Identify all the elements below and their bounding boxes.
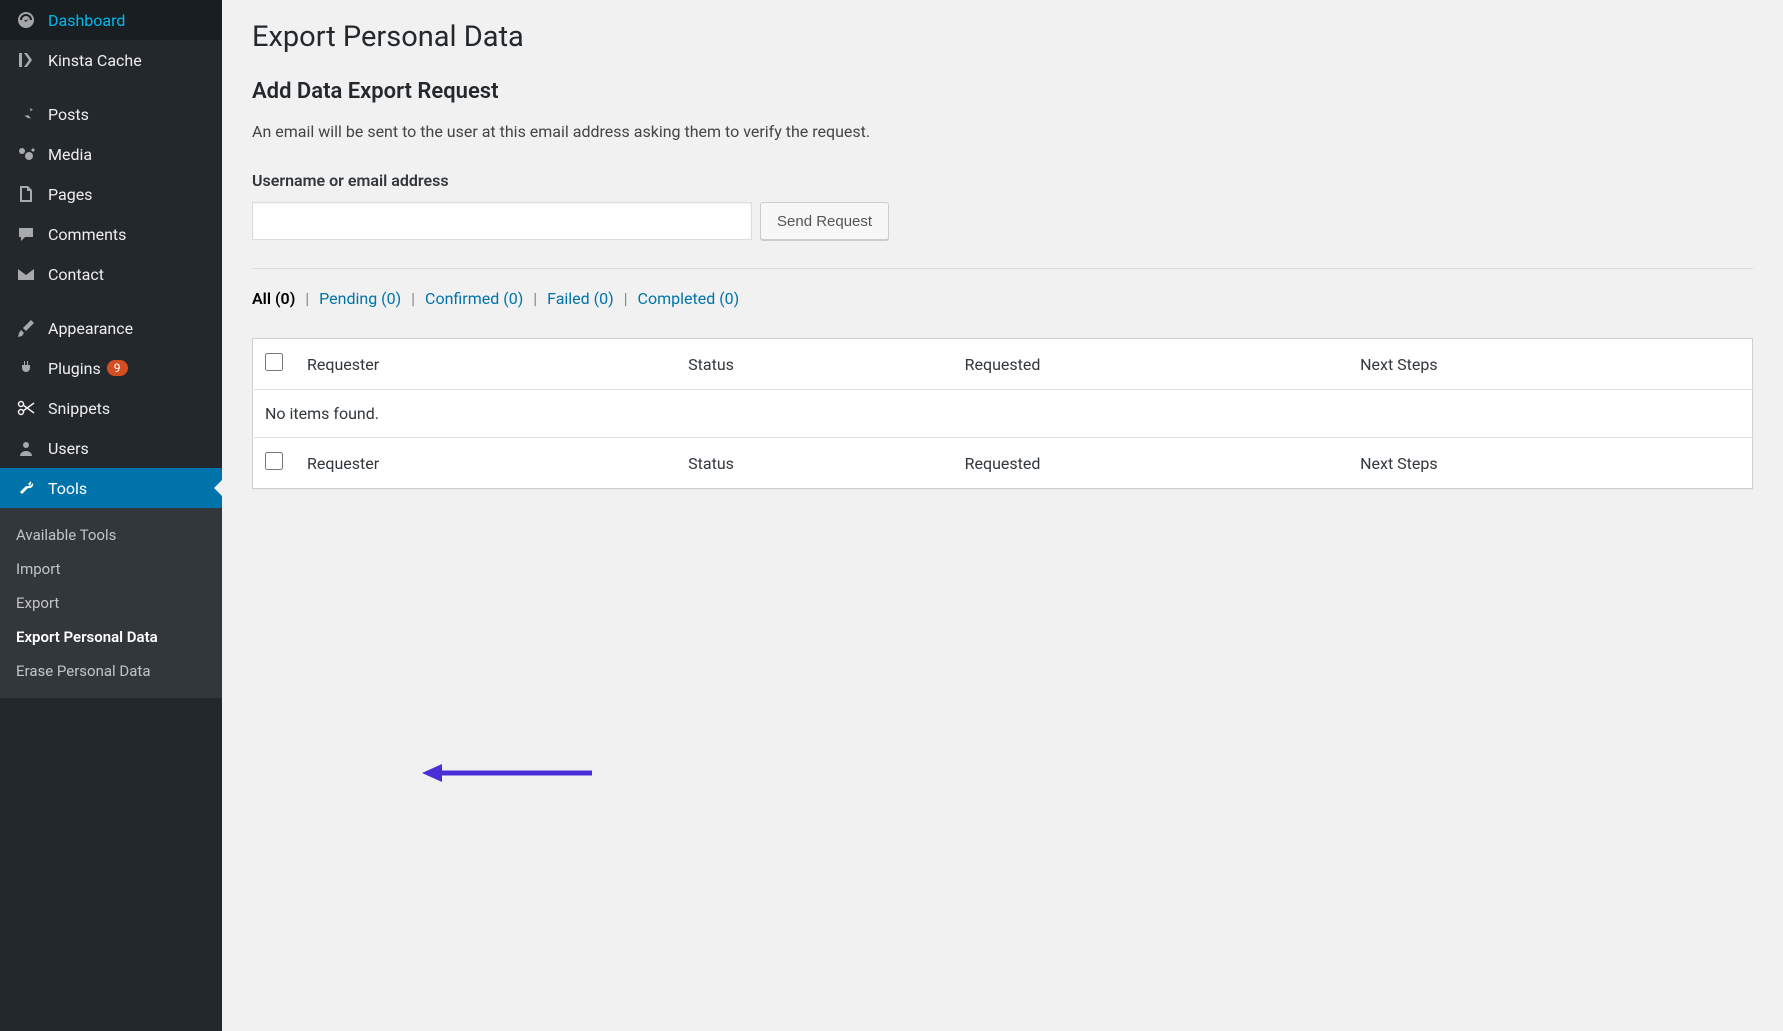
sidebar-item-label: Snippets <box>48 399 110 418</box>
media-icon <box>14 144 38 164</box>
divider <box>252 268 1753 269</box>
page-icon <box>14 184 38 204</box>
main-content: Export Personal Data Add Data Export Req… <box>222 0 1783 1031</box>
table-row-empty: No items found. <box>253 390 1753 438</box>
send-request-button[interactable]: Send Request <box>760 202 889 240</box>
brush-icon <box>14 318 38 338</box>
sidebar-item-tools[interactable]: Tools <box>0 468 222 508</box>
submenu-erase-personal-data[interactable]: Erase Personal Data <box>0 654 222 688</box>
username-email-input[interactable] <box>252 202 752 240</box>
sidebar-item-kinsta-cache[interactable]: Kinsta Cache <box>0 40 222 80</box>
menu-separator <box>0 80 222 94</box>
user-icon <box>14 438 38 458</box>
page-subtitle: Add Data Export Request <box>252 79 1753 104</box>
filter-failed[interactable]: Failed (0) <box>547 289 614 308</box>
sidebar-item-label: Dashboard <box>48 11 125 30</box>
annotation-arrow-icon <box>422 762 592 788</box>
submenu-export-personal-data[interactable]: Export Personal Data <box>0 620 222 654</box>
sidebar-item-label: Kinsta Cache <box>48 51 142 70</box>
tools-submenu: Available Tools Import Export Export Per… <box>0 508 222 698</box>
requests-table: Requester Status Requested Next Steps No… <box>252 338 1753 489</box>
plug-icon <box>14 358 38 378</box>
submenu-import[interactable]: Import <box>0 552 222 586</box>
wrench-icon <box>14 478 38 498</box>
filter-completed[interactable]: Completed (0) <box>638 289 740 308</box>
admin-sidebar: Dashboard Kinsta Cache Posts Media Pages… <box>0 0 222 1031</box>
status-filters: All (0) | Pending (0) | Confirmed (0) | … <box>252 289 1753 308</box>
select-all-checkbox-top[interactable] <box>265 353 283 371</box>
col-requested[interactable]: Requested <box>953 438 1348 489</box>
sidebar-item-appearance[interactable]: Appearance <box>0 308 222 348</box>
filter-all[interactable]: All (0) <box>252 289 295 308</box>
sidebar-item-posts[interactable]: Posts <box>0 94 222 134</box>
username-email-label: Username or email address <box>252 171 1753 190</box>
sidebar-item-dashboard[interactable]: Dashboard <box>0 0 222 40</box>
select-all-checkbox-bottom[interactable] <box>265 452 283 470</box>
pin-icon <box>14 104 38 124</box>
mail-icon <box>14 264 38 284</box>
page-title: Export Personal Data <box>252 20 1753 54</box>
col-next-steps[interactable]: Next Steps <box>1348 438 1752 489</box>
submenu-export[interactable]: Export <box>0 586 222 620</box>
submenu-available-tools[interactable]: Available Tools <box>0 518 222 552</box>
filter-confirmed[interactable]: Confirmed (0) <box>425 289 523 308</box>
sidebar-item-label: Tools <box>48 479 87 498</box>
col-status[interactable]: Status <box>676 339 953 390</box>
sidebar-item-label: Media <box>48 145 92 164</box>
sidebar-item-snippets[interactable]: Snippets <box>0 388 222 428</box>
sidebar-item-contact[interactable]: Contact <box>0 254 222 294</box>
scissors-icon <box>14 398 38 418</box>
sidebar-item-plugins[interactable]: Plugins 9 <box>0 348 222 388</box>
sidebar-item-users[interactable]: Users <box>0 428 222 468</box>
sidebar-item-label: Posts <box>48 105 89 124</box>
col-requester[interactable]: Requester <box>295 438 676 489</box>
sidebar-item-media[interactable]: Media <box>0 134 222 174</box>
sidebar-item-label: Comments <box>48 225 126 244</box>
col-next-steps[interactable]: Next Steps <box>1348 339 1752 390</box>
col-requester[interactable]: Requester <box>295 339 676 390</box>
sidebar-item-comments[interactable]: Comments <box>0 214 222 254</box>
sidebar-item-label: Appearance <box>48 319 133 338</box>
menu-separator <box>0 294 222 308</box>
sidebar-item-label: Contact <box>48 265 104 284</box>
page-description: An email will be sent to the user at thi… <box>252 122 1753 141</box>
filter-pending[interactable]: Pending (0) <box>319 289 401 308</box>
update-badge: 9 <box>107 360 128 376</box>
dashboard-icon <box>14 10 38 30</box>
sidebar-item-label: Plugins <box>48 359 101 378</box>
sidebar-item-label: Pages <box>48 185 92 204</box>
sidebar-item-label: Users <box>48 439 89 458</box>
comment-icon <box>14 224 38 244</box>
sidebar-item-pages[interactable]: Pages <box>0 174 222 214</box>
no-items-message: No items found. <box>253 390 1753 438</box>
col-status[interactable]: Status <box>676 438 953 489</box>
kinsta-icon <box>14 50 38 70</box>
col-requested[interactable]: Requested <box>953 339 1348 390</box>
